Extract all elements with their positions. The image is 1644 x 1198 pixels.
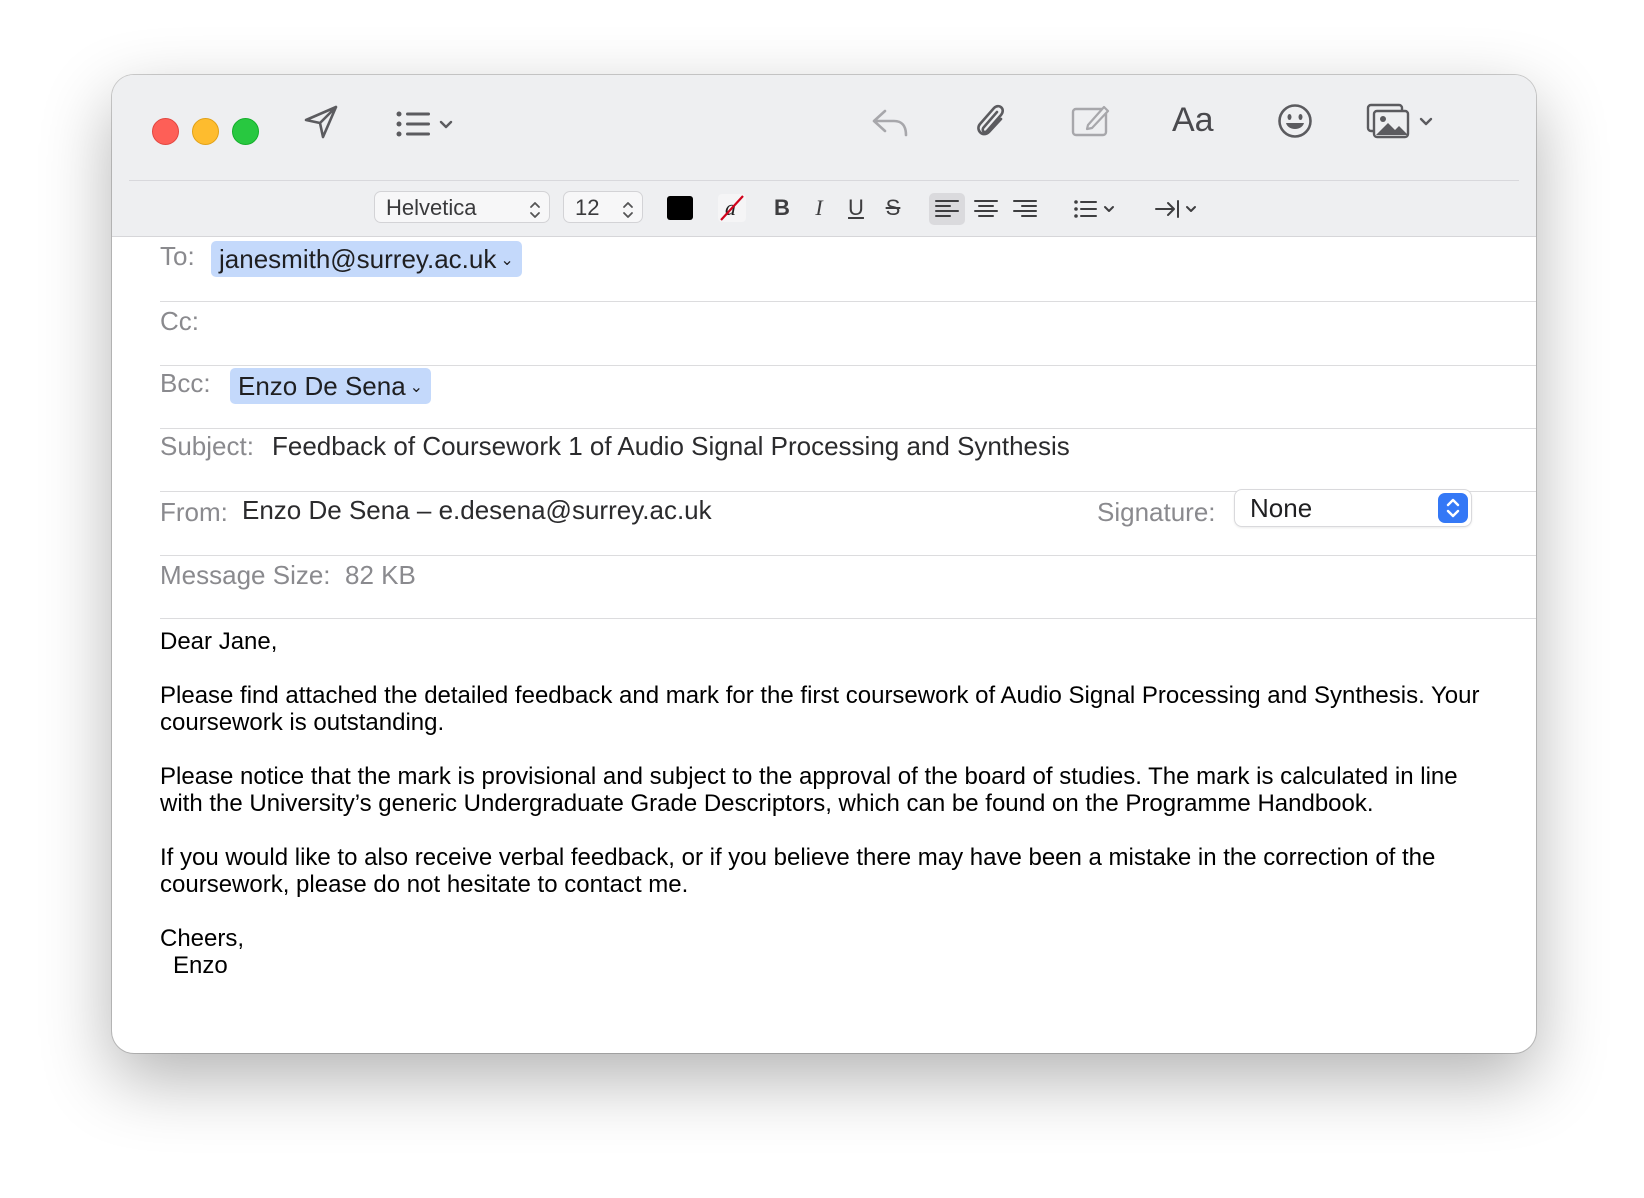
cc-field[interactable]: [212, 303, 1512, 359]
header-divider: [160, 618, 1536, 619]
svg-text:a: a: [725, 195, 736, 220]
bcc-recipient: Enzo De Sena: [238, 371, 406, 401]
indent-icon[interactable]: [1152, 193, 1202, 225]
format-icon[interactable]: Aa: [1172, 101, 1214, 140]
header-fields-icon[interactable]: [395, 109, 457, 139]
font-value: Helvetica: [386, 195, 477, 220]
text-color-swatch[interactable]: [667, 196, 693, 220]
underline-button[interactable]: U: [845, 193, 867, 223]
subject-label: Subject:: [160, 431, 254, 461]
message-body[interactable]: Dear Jane, Please find attached the deta…: [160, 628, 1500, 979]
zoom-button[interactable]: [232, 118, 259, 145]
signature-select[interactable]: None: [1234, 489, 1472, 527]
minimize-button[interactable]: [192, 118, 219, 145]
signature-label: Signature:: [1097, 497, 1216, 527]
header-divider: [160, 428, 1536, 429]
body-paragraph-2: Please notice that the mark is provision…: [160, 763, 1458, 817]
bcc-recipient-token[interactable]: Enzo De Sena ⌄: [230, 368, 432, 404]
close-button[interactable]: [152, 118, 179, 145]
font-select[interactable]: Helvetica: [374, 191, 550, 223]
body-paragraph-1: Please find attached the detailed feedba…: [160, 682, 1480, 736]
list-style-icon[interactable]: [1070, 193, 1120, 225]
compose-window: Aa Helvetica 12 a B I U S To: janesmith@…: [112, 75, 1536, 1053]
markup-icon[interactable]: [1070, 101, 1112, 141]
bcc-label: Bcc:: [160, 368, 211, 398]
photo-browser-icon[interactable]: [1366, 103, 1438, 141]
italic-button[interactable]: I: [809, 193, 829, 223]
chevron-down-icon: ⌄: [500, 252, 514, 269]
header-divider: [160, 301, 1536, 302]
highlight-color-icon[interactable]: a: [717, 192, 747, 224]
toolbar-border: [112, 236, 1536, 237]
to-recipient: janesmith@surrey.ac.uk: [219, 244, 497, 274]
bold-button[interactable]: B: [772, 193, 792, 223]
reply-icon[interactable]: [870, 105, 910, 141]
chevron-down-icon: ⌄: [409, 379, 424, 396]
body-paragraph-3: If you would like to also receive verbal…: [160, 844, 1436, 898]
message-size-value: 82 KB: [345, 560, 416, 590]
from-field[interactable]: Enzo De Sena – e.desena@surrey.ac.uk: [242, 495, 712, 526]
font-size-select[interactable]: 12: [563, 191, 643, 223]
from-label: From:: [160, 497, 228, 527]
cc-label: Cc:: [160, 306, 199, 336]
body-closing: Cheers,: [160, 925, 245, 952]
body-signoff: Enzo: [173, 952, 228, 979]
up-down-chevron-icon: [622, 199, 634, 225]
align-center-icon[interactable]: [968, 193, 1004, 225]
signature-value: None: [1250, 493, 1313, 523]
up-down-chevron-icon: [1438, 493, 1468, 523]
message-size-label: Message Size:: [160, 560, 331, 590]
font-size-value: 12: [575, 195, 600, 220]
emoji-icon[interactable]: [1276, 102, 1314, 140]
attachment-icon[interactable]: [972, 101, 1008, 143]
body-greeting: Dear Jane,: [160, 628, 278, 655]
subject-field[interactable]: Feedback of Coursework 1 of Audio Signal…: [272, 431, 1070, 462]
to-recipient-token[interactable]: janesmith@surrey.ac.uk ⌄: [211, 241, 522, 277]
header-divider: [160, 555, 1536, 556]
up-down-chevron-icon: [529, 199, 541, 225]
align-right-icon[interactable]: [1007, 193, 1043, 225]
header-divider: [160, 365, 1536, 366]
align-left-button[interactable]: [929, 193, 965, 225]
toolbar: Aa Helvetica 12 a B I U S: [112, 75, 1536, 237]
send-icon[interactable]: [302, 103, 340, 141]
to-label: To:: [160, 241, 195, 271]
strikethrough-button[interactable]: S: [882, 193, 904, 223]
toolbar-divider: [129, 180, 1519, 181]
